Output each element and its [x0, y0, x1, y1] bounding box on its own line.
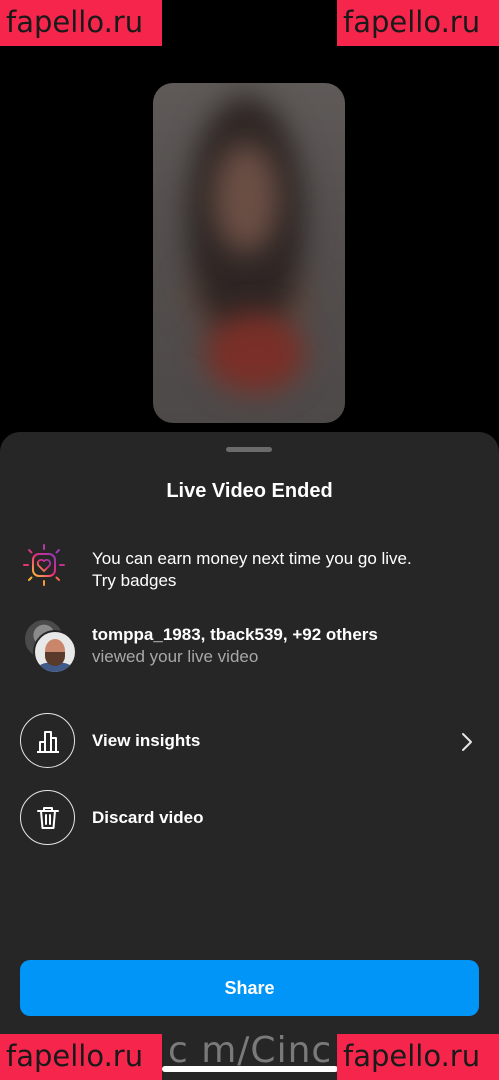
watermark-bottom-left: fapello.ru: [0, 1034, 162, 1080]
viewer-avatar: [33, 630, 77, 674]
badges-promo-line2: Try badges: [92, 571, 177, 590]
watermark-top-left: fapello.ru: [0, 0, 162, 46]
screen: fapello.ru fapello.ru Live Video Ended Y…: [0, 0, 499, 1080]
viewer-names: tomppa_1983, tback539, +92 others: [92, 625, 378, 644]
badge-heart-icon: [22, 543, 66, 592]
badges-promo-line1: You can earn money next time you go live…: [92, 549, 412, 568]
viewers-subtitle: viewed your live video: [92, 647, 259, 666]
sheet-grabber[interactable]: [226, 447, 272, 452]
home-indicator[interactable]: [162, 1066, 338, 1072]
preview-blur-layer: [205, 313, 305, 393]
insights-icon-circle: [20, 713, 75, 768]
watermark-top-right: fapello.ru: [337, 0, 499, 46]
share-button[interactable]: Share: [20, 960, 479, 1016]
bar-chart-icon: [36, 730, 59, 753]
live-ended-sheet: Live Video Ended You can earn money next…: [0, 432, 499, 1080]
chevron-right-icon: [460, 731, 474, 758]
sheet-title: Live Video Ended: [166, 480, 333, 502]
trash-icon: [36, 806, 59, 829]
view-insights-label: View insights: [92, 731, 201, 750]
watermark-bottom-right: fapello.ru: [337, 1034, 499, 1080]
bottom-overlay-text: c m/Cinc: [168, 1030, 333, 1071]
discard-icon-circle: [20, 790, 75, 845]
live-video-preview[interactable]: [153, 83, 345, 423]
discard-video-label: Discard video: [92, 808, 204, 827]
preview-blur-layer: [213, 143, 279, 253]
